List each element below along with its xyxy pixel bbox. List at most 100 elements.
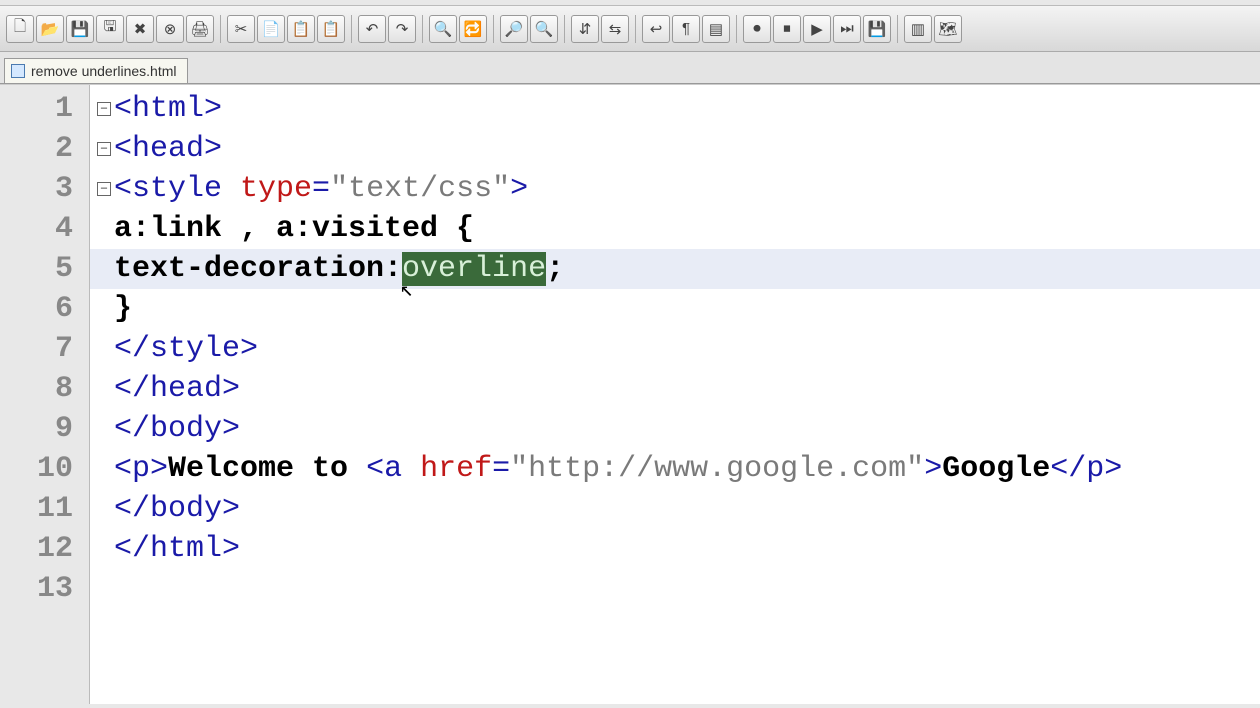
token-tag: <style	[114, 172, 240, 206]
code-line[interactable]	[90, 569, 1260, 609]
separator	[422, 15, 423, 43]
play-macro-button[interactable]: ▶	[803, 15, 831, 43]
zoom-out-button[interactable]: 🔍	[530, 15, 558, 43]
open-folder-button[interactable]: 📂	[36, 15, 64, 43]
token-tag: </body>	[114, 412, 240, 446]
paste-special-button[interactable]: 📋	[317, 15, 345, 43]
line-number: 1	[0, 89, 89, 129]
doc-map-button[interactable]: 🗺	[934, 15, 962, 43]
editor[interactable]: 12345678910111213 ↖ −<html>−<head>−<styl…	[0, 84, 1260, 704]
token-tag: <head>	[114, 132, 222, 166]
file-icon	[11, 64, 25, 78]
separator	[220, 15, 221, 43]
code-line[interactable]: a:link , a:visited {	[90, 209, 1260, 249]
separator	[897, 15, 898, 43]
line-number: 13	[0, 569, 89, 609]
token-tag: >	[924, 452, 942, 486]
tab-filename: remove underlines.html	[31, 63, 177, 79]
line-number: 9	[0, 409, 89, 449]
code-line[interactable]: </style>	[90, 329, 1260, 369]
line-number: 10	[0, 449, 89, 489]
token-tag: <a	[366, 452, 420, 486]
line-number: 6	[0, 289, 89, 329]
show-all-button[interactable]: ¶	[672, 15, 700, 43]
new-file-button[interactable]: 🗋	[6, 15, 34, 43]
tab-active[interactable]: remove underlines.html	[4, 58, 188, 83]
undo-button[interactable]: ↶	[358, 15, 386, 43]
copy-button[interactable]: 📄	[257, 15, 285, 43]
separator	[351, 15, 352, 43]
fold-toggle-icon[interactable]: −	[97, 182, 111, 196]
token-tag: </style>	[114, 332, 258, 366]
code-line[interactable]: −<head>	[90, 129, 1260, 169]
token-txt: text-decoration:	[114, 252, 402, 286]
stop-macro-button[interactable]: ⏹	[773, 15, 801, 43]
tabbar: remove underlines.html	[0, 52, 1260, 84]
fold-toggle-icon[interactable]: −	[97, 102, 111, 116]
token-str: "http://www.google.com"	[510, 452, 924, 486]
code-line[interactable]: −<style type="text/css">	[90, 169, 1260, 209]
token-tag: </p>	[1050, 452, 1122, 486]
paste-button[interactable]: 📋	[287, 15, 315, 43]
token-tag: </html>	[114, 532, 240, 566]
code-line[interactable]: <p>Welcome to <a href="http://www.google…	[90, 449, 1260, 489]
toggle-panel-button[interactable]: ▥	[904, 15, 932, 43]
token-txt: }	[114, 292, 132, 326]
cut-button[interactable]: ✂	[227, 15, 255, 43]
fold-column: −	[94, 142, 114, 156]
token-txt: Welcome to	[168, 452, 366, 486]
line-number: 4	[0, 209, 89, 249]
sync-v-button[interactable]: ⇵	[571, 15, 599, 43]
play-multi-button[interactable]: ⏭	[833, 15, 861, 43]
sync-h-button[interactable]: ⇆	[601, 15, 629, 43]
line-number: 12	[0, 529, 89, 569]
token-txt: Google	[942, 452, 1050, 486]
token-tag: =	[312, 172, 330, 206]
code-line[interactable]: }	[90, 289, 1260, 329]
separator	[564, 15, 565, 43]
line-number: 2	[0, 129, 89, 169]
replace-button[interactable]: 🔁	[459, 15, 487, 43]
token-str: "text/css"	[330, 172, 510, 206]
record-macro-button[interactable]: ⏺	[743, 15, 771, 43]
token-tag: </head>	[114, 372, 240, 406]
line-number: 11	[0, 489, 89, 529]
fold-toggle-icon[interactable]: −	[97, 142, 111, 156]
close-button[interactable]: ✖	[126, 15, 154, 43]
line-number: 5	[0, 249, 89, 289]
save-macro-button[interactable]: 💾	[863, 15, 891, 43]
line-number: 8	[0, 369, 89, 409]
line-number: 3	[0, 169, 89, 209]
save-all-button[interactable]: 🖫	[96, 15, 124, 43]
token-txt: ;	[546, 252, 564, 286]
fold-column: −	[94, 182, 114, 196]
save-button[interactable]: 💾	[66, 15, 94, 43]
line-number: 7	[0, 329, 89, 369]
code-line[interactable]: </head>	[90, 369, 1260, 409]
find-button[interactable]: 🔍	[429, 15, 457, 43]
token-attr: type	[240, 172, 312, 206]
token-tag: =	[492, 452, 510, 486]
token-tag: <html>	[114, 92, 222, 126]
token-tag: </body>	[114, 492, 240, 526]
separator	[736, 15, 737, 43]
indent-guide-button[interactable]: ▤	[702, 15, 730, 43]
toolbar: 🗋📂💾🖫✖⊗🖨✂📄📋📋↶↷🔍🔁🔎🔍⇵⇆↩¶▤⏺⏹▶⏭💾▥🗺	[0, 6, 1260, 52]
code-line[interactable]: </html>	[90, 529, 1260, 569]
code-line[interactable]: −<html>	[90, 89, 1260, 129]
zoom-in-button[interactable]: 🔎	[500, 15, 528, 43]
code-line[interactable]: text-decoration:overline;	[90, 249, 1260, 289]
code-line[interactable]: </body>	[90, 489, 1260, 529]
code-line[interactable]: </body>	[90, 409, 1260, 449]
print-button[interactable]: 🖨	[186, 15, 214, 43]
separator	[635, 15, 636, 43]
close-all-button[interactable]: ⊗	[156, 15, 184, 43]
token-tag: >	[510, 172, 528, 206]
token-tag: <p>	[114, 452, 168, 486]
redo-button[interactable]: ↷	[388, 15, 416, 43]
wrap-button[interactable]: ↩	[642, 15, 670, 43]
token-attr: href	[420, 452, 492, 486]
separator	[493, 15, 494, 43]
token-sel: overline	[402, 252, 546, 286]
code-area[interactable]: ↖ −<html>−<head>−<style type="text/css">…	[90, 85, 1260, 704]
